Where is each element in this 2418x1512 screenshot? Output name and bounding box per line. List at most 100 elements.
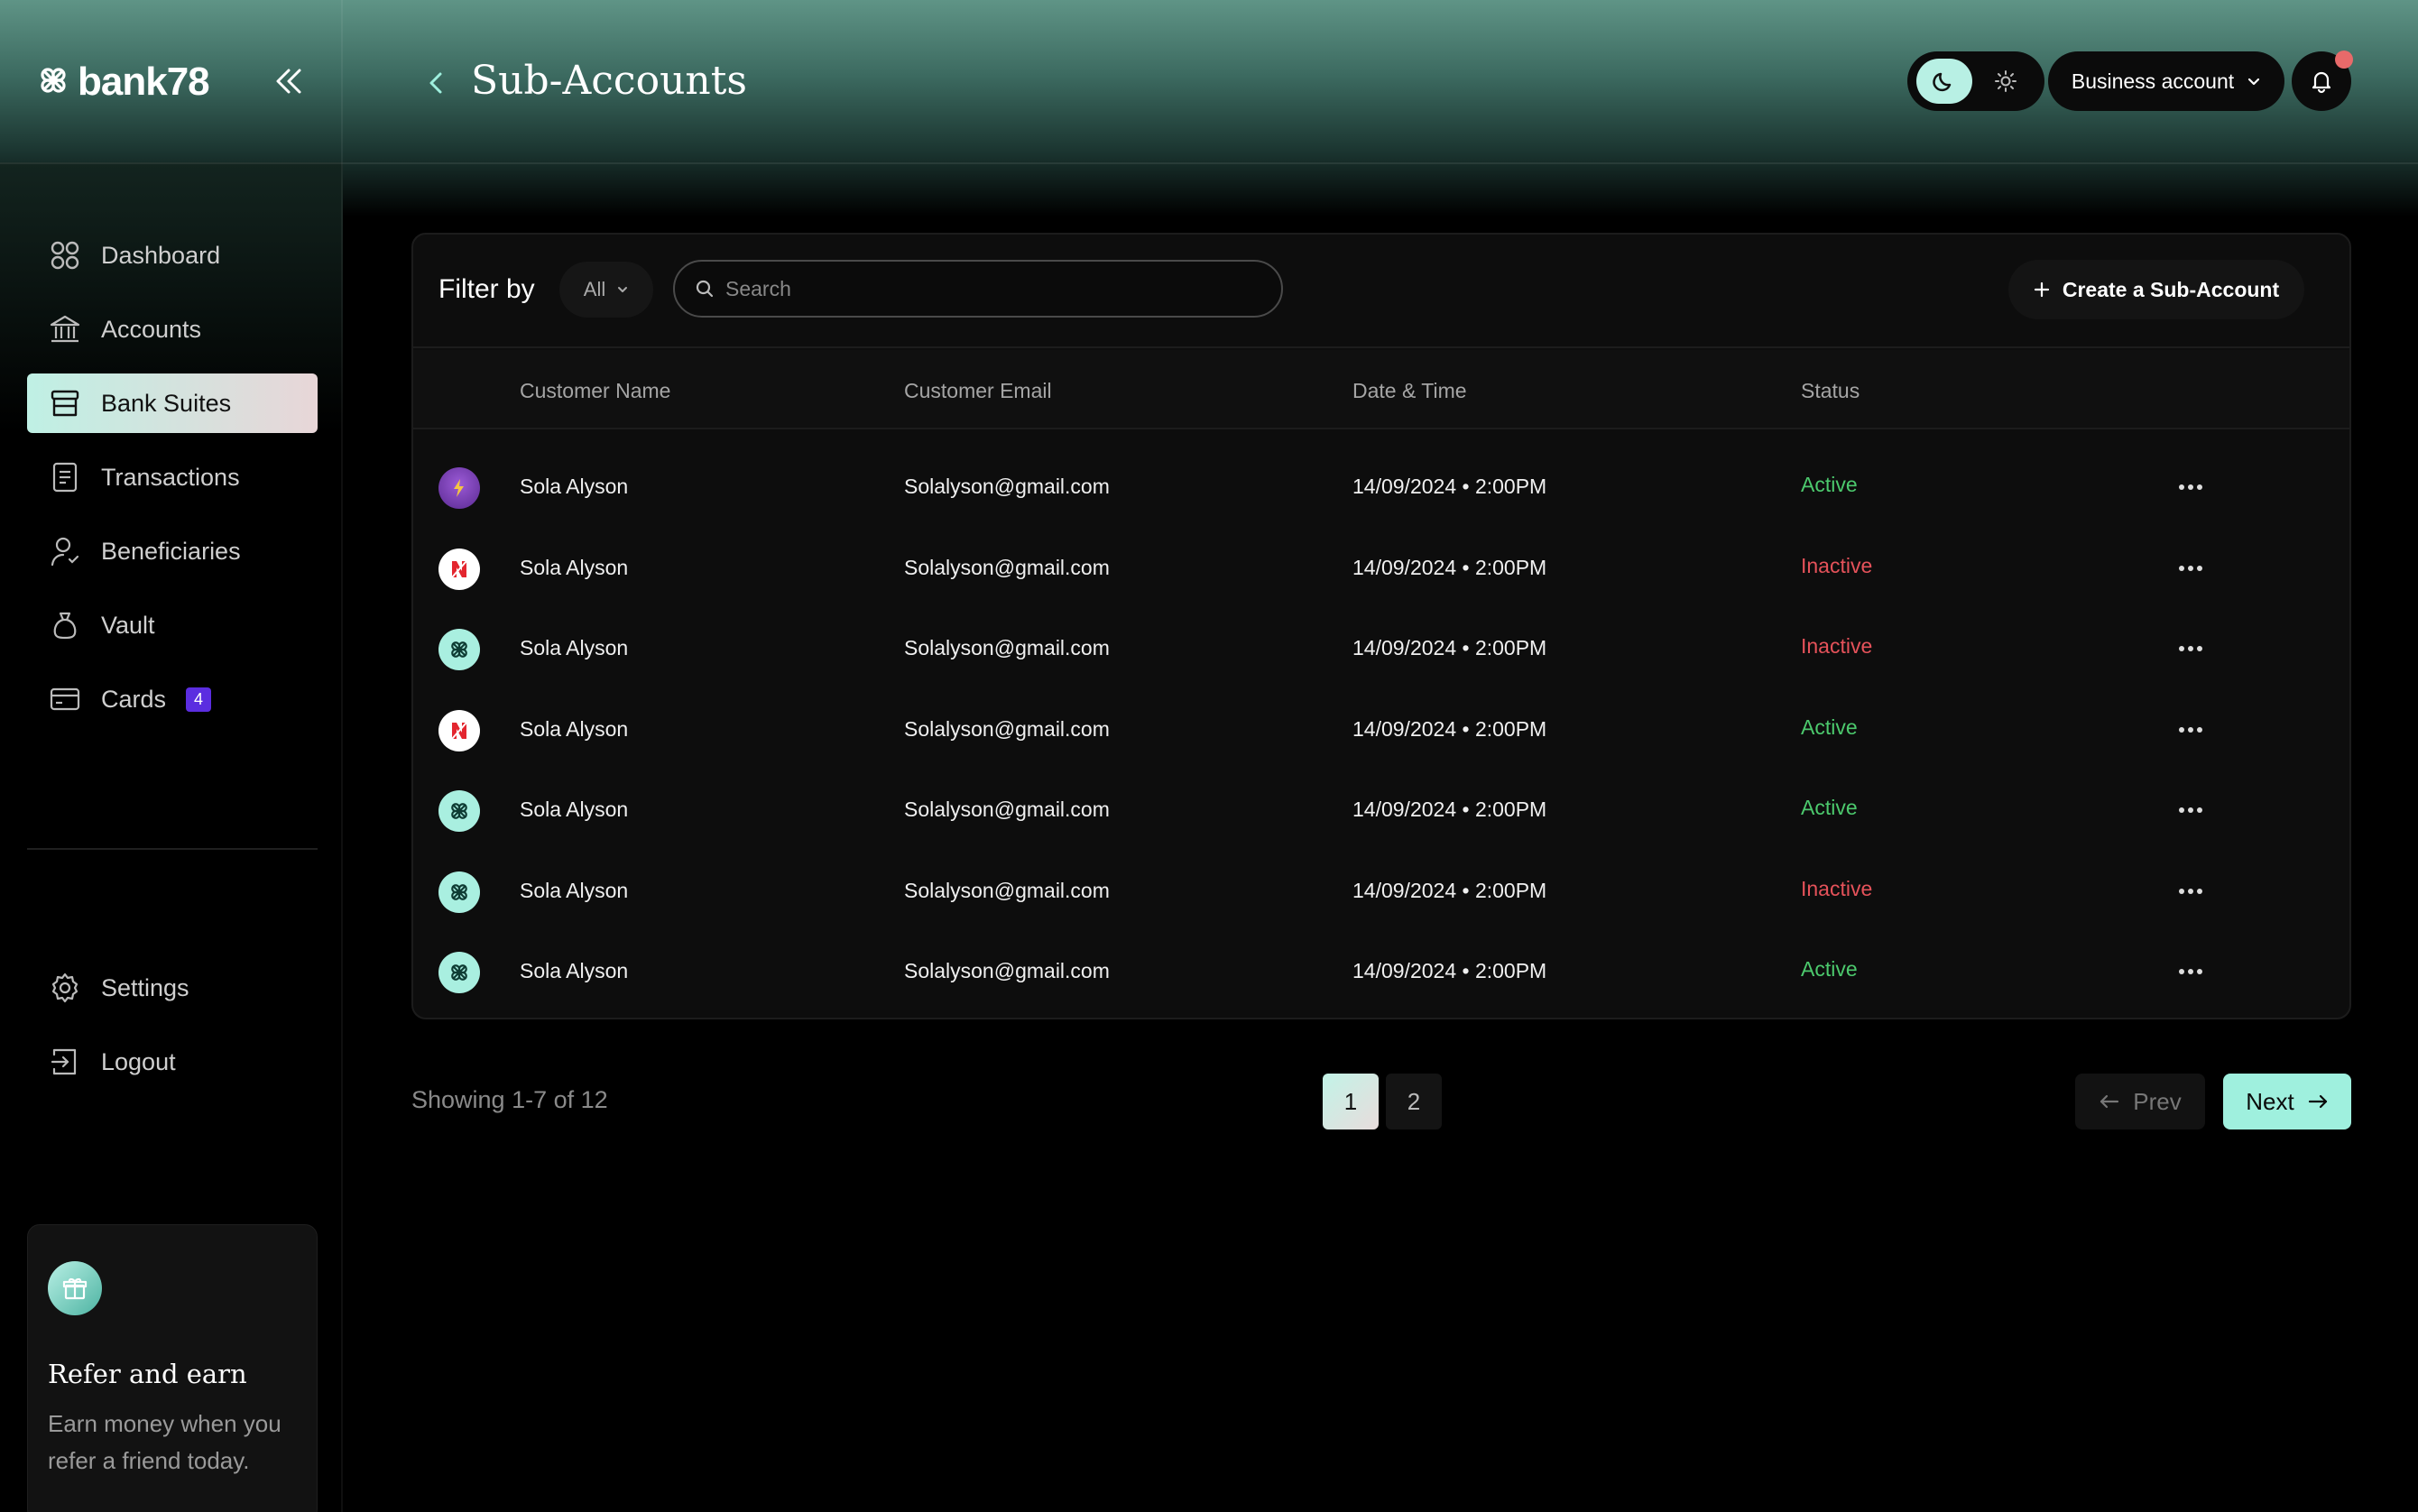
more-horizontal-icon <box>2179 807 2202 813</box>
sidebar-item-label: Logout <box>101 1047 176 1075</box>
refer-description: Earn money when you refer a friend today… <box>48 1410 281 1474</box>
row-actions-button[interactable] <box>2173 552 2209 585</box>
sidebar-item-bank-suites[interactable]: Bank Suites <box>27 373 318 433</box>
page-title: Sub-Accounts <box>471 58 748 104</box>
datetime-cell: 14/09/2024 • 2:00PM <box>1352 716 1547 741</box>
row-actions-button[interactable] <box>2173 471 2209 503</box>
more-horizontal-icon <box>2179 888 2202 894</box>
sidebar-nav: Dashboard Accounts Bank Suites Transacti… <box>27 226 318 743</box>
datetime-cell: 14/09/2024 • 2:00PM <box>1352 878 1547 902</box>
page-button-2[interactable]: 2 <box>1386 1074 1442 1129</box>
next-label: Next <box>2246 1087 2294 1115</box>
chevron-left-icon <box>429 72 442 94</box>
sidebar-item-vault[interactable]: Vault <box>27 595 318 655</box>
customer-name-cell: Sola Alyson <box>520 555 629 579</box>
table-row[interactable]: Sola Alyson Solalyson@gmail.com 14/09/2024… <box>413 690 2349 770</box>
table-header: Customer Name Customer Email Date & Time… <box>413 350 2349 429</box>
plus-icon <box>2034 281 2049 298</box>
bank-icon <box>49 313 81 346</box>
search-input[interactable] <box>725 276 1231 301</box>
mint-flower-logo-avatar <box>438 629 480 670</box>
datetime-cell: 14/09/2024 • 2:00PM <box>1352 475 1547 498</box>
sidebar-item-label: Settings <box>101 973 189 1001</box>
customer-email-cell: Solalyson@gmail.com <box>904 636 1110 659</box>
sidebar-item-dashboard[interactable]: Dashboard <box>27 226 318 285</box>
dark-mode-button[interactable] <box>1916 59 1972 104</box>
header-divider <box>0 162 2418 164</box>
datetime-cell: 14/09/2024 • 2:00PM <box>1352 959 1547 982</box>
search-box[interactable] <box>673 260 1283 318</box>
table-row[interactable]: Sola Alyson Solalyson@gmail.com 14/09/2024… <box>413 529 2349 609</box>
customer-name-cell: Sola Alyson <box>520 878 629 902</box>
more-horizontal-icon <box>2179 484 2202 490</box>
table-row[interactable]: Sola Alyson Solalyson@gmail.com 14/09/2024… <box>413 609 2349 689</box>
table-row[interactable]: Sola Alyson Solalyson@gmail.com 14/09/2024… <box>413 852 2349 932</box>
next-page-button[interactable]: Next <box>2223 1074 2351 1129</box>
filter-select[interactable]: All <box>559 262 653 318</box>
column-header-email[interactable]: Customer Email <box>904 379 1052 403</box>
create-sub-account-label: Create a Sub-Account <box>2062 277 2280 301</box>
customer-email-cell: Solalyson@gmail.com <box>904 555 1110 579</box>
customer-name-cell: Sola Alyson <box>520 716 629 741</box>
sidebar-item-transactions[interactable]: Transactions <box>27 447 318 507</box>
moon-icon <box>1933 72 1952 92</box>
column-header-name[interactable]: Customer Name <box>520 379 670 403</box>
table-row[interactable]: Sola Alyson Solalyson@gmail.com 14/09/2024… <box>413 932 2349 1012</box>
prev-page-button[interactable]: Prev <box>2075 1074 2205 1129</box>
sub-accounts-table-card: Filter by All Create a Sub-Account Custo… <box>411 233 2351 1019</box>
double-chevron-left-icon <box>276 69 301 94</box>
app-logo[interactable]: bank78 <box>38 60 210 105</box>
row-actions-button[interactable] <box>2173 714 2209 746</box>
back-button[interactable] <box>422 67 449 99</box>
refer-title: Refer and earn <box>48 1359 247 1389</box>
sidebar-item-label: Cards <box>101 685 167 713</box>
sidebar-item-label: Beneficiaries <box>101 537 241 565</box>
create-sub-account-button[interactable]: Create a Sub-Account <box>2008 260 2304 319</box>
more-horizontal-icon <box>2179 969 2202 974</box>
row-actions-button[interactable] <box>2173 632 2209 665</box>
more-horizontal-icon <box>2179 646 2202 651</box>
app-name: bank78 <box>78 60 210 104</box>
customer-email-cell: Solalyson@gmail.com <box>904 959 1110 982</box>
sidebar-item-beneficiaries[interactable]: Beneficiaries <box>27 521 318 581</box>
collapse-sidebar-button[interactable] <box>271 63 307 99</box>
arrow-left-icon <box>2100 1094 2119 1109</box>
sidebar-divider <box>341 0 343 1512</box>
sidebar-item-label: Bank Suites <box>101 389 232 417</box>
sidebar-bottom-nav: Settings Logout <box>27 958 318 1106</box>
table-row[interactable]: Sola Alyson Solalyson@gmail.com 14/09/2024… <box>413 447 2349 528</box>
sidebar-item-accounts[interactable]: Accounts <box>27 300 318 359</box>
prev-label: Prev <box>2133 1087 2182 1115</box>
credit-card-icon <box>49 683 81 715</box>
filter-label: Filter by <box>438 274 535 304</box>
column-header-status[interactable]: Status <box>1801 379 1860 403</box>
sidebar-separator <box>27 848 318 850</box>
customer-email-cell: Solalyson@gmail.com <box>904 878 1110 902</box>
chevron-down-icon <box>2248 78 2260 86</box>
status-cell: Inactive <box>1801 634 1873 658</box>
account-type-select[interactable]: Business account <box>2048 51 2284 111</box>
account-type-label: Business account <box>2071 69 2235 93</box>
purple-logo-avatar <box>438 467 480 509</box>
table-row[interactable]: Sola Alyson Solalyson@gmail.com 14/09/2024… <box>413 770 2349 851</box>
theme-toggle[interactable] <box>1907 51 2044 111</box>
status-cell: Active <box>1801 715 1858 739</box>
light-mode-button[interactable] <box>1981 59 2030 104</box>
grid-icon <box>49 239 81 272</box>
sidebar-item-logout[interactable]: Logout <box>27 1032 318 1092</box>
refer-card[interactable]: Refer and earn Earn money when you refer… <box>27 1224 318 1512</box>
mint-flower-logo-avatar <box>438 952 480 993</box>
page-button-1[interactable]: 1 <box>1323 1074 1379 1129</box>
column-header-datetime[interactable]: Date & Time <box>1352 379 1467 403</box>
logout-icon <box>49 1046 81 1078</box>
sidebar-item-settings[interactable]: Settings <box>27 958 318 1018</box>
receipt-icon <box>49 461 81 493</box>
row-actions-button[interactable] <box>2173 955 2209 988</box>
sidebar-item-label: Transactions <box>101 463 240 491</box>
datetime-cell: 14/09/2024 • 2:00PM <box>1352 797 1547 821</box>
datetime-cell: 14/09/2024 • 2:00PM <box>1352 555 1547 579</box>
row-actions-button[interactable] <box>2173 875 2209 908</box>
row-actions-button[interactable] <box>2173 794 2209 826</box>
sidebar-item-cards[interactable]: Cards 4 <box>27 669 318 729</box>
more-horizontal-icon <box>2179 726 2202 733</box>
